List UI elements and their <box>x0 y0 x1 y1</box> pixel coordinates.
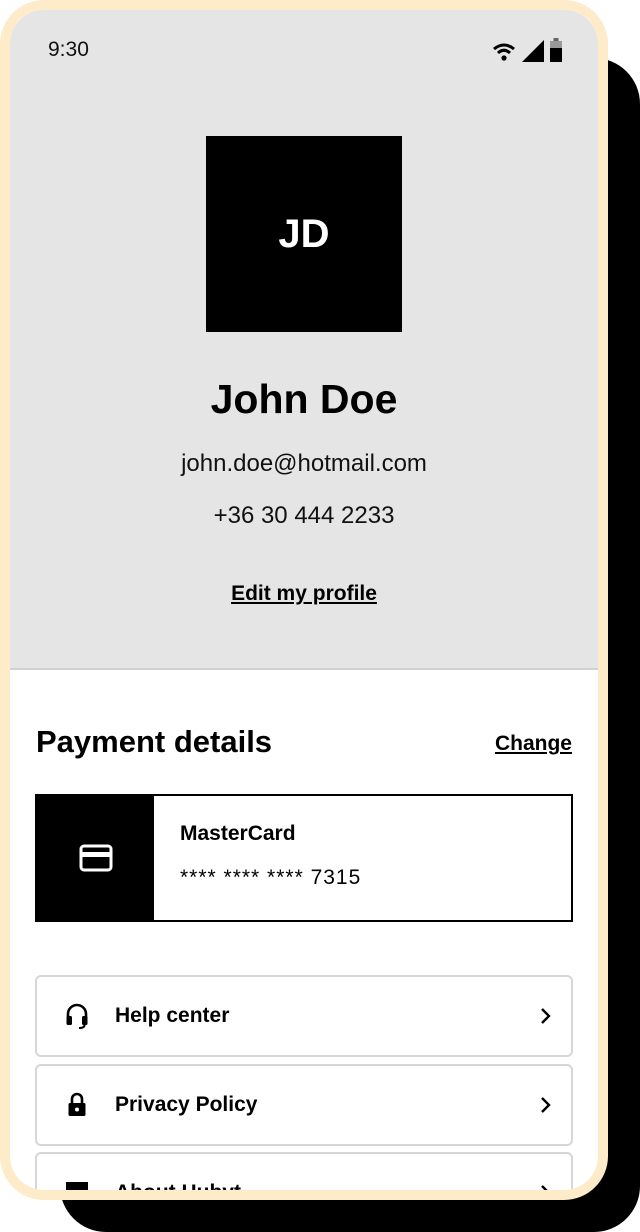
menu-item-about[interactable]: About Hubyt <box>35 1152 573 1190</box>
info-icon <box>63 1181 91 1190</box>
signal-icon <box>522 40 544 62</box>
screen: 9:30 JD John Doe john.doe@hotmail.com +3… <box>10 10 598 1190</box>
edit-profile-link[interactable]: Edit my profile <box>10 582 598 606</box>
avatar-initials: JD <box>278 211 330 256</box>
change-payment-link[interactable]: Change <box>495 732 572 756</box>
menu-item-label: Privacy Policy <box>115 1093 258 1116</box>
lock-icon <box>63 1092 91 1118</box>
headset-icon <box>63 1003 91 1029</box>
card-brand: MasterCard <box>180 822 296 845</box>
profile-email: john.doe@hotmail.com <box>181 450 427 477</box>
credit-card-icon <box>79 844 112 872</box>
profile-name: John Doe <box>210 376 398 422</box>
menu-item-label: About Hubyt <box>115 1181 539 1190</box>
card-info: MasterCard **** **** **** 7315 <box>154 796 361 920</box>
card-icon-area <box>37 796 154 920</box>
phone-frame: 9:30 JD John Doe john.doe@hotmail.com +3… <box>0 0 608 1200</box>
payment-card[interactable]: MasterCard **** **** **** 7315 <box>35 794 573 922</box>
chevron-right-icon <box>539 1096 551 1114</box>
avatar: JD <box>206 136 402 332</box>
status-icons <box>492 38 562 62</box>
profile-phone: +36 30 444 2233 <box>213 502 395 529</box>
wifi-icon <box>493 43 515 61</box>
card-number: **** **** **** 7315 <box>180 866 362 889</box>
menu-item-help-center[interactable]: Help center <box>35 975 573 1057</box>
status-time: 9:30 <box>48 38 89 61</box>
chevron-right-icon <box>539 1184 551 1190</box>
profile-header: 9:30 JD John Doe john.doe@hotmail.com +3… <box>10 10 598 670</box>
menu-item-privacy-policy[interactable]: Privacy Policy <box>35 1064 573 1146</box>
battery-icon <box>550 38 562 62</box>
menu-item-label: Help center <box>115 1004 230 1027</box>
chevron-right-icon <box>539 1007 551 1025</box>
payment-section-title: Payment details <box>36 724 273 759</box>
